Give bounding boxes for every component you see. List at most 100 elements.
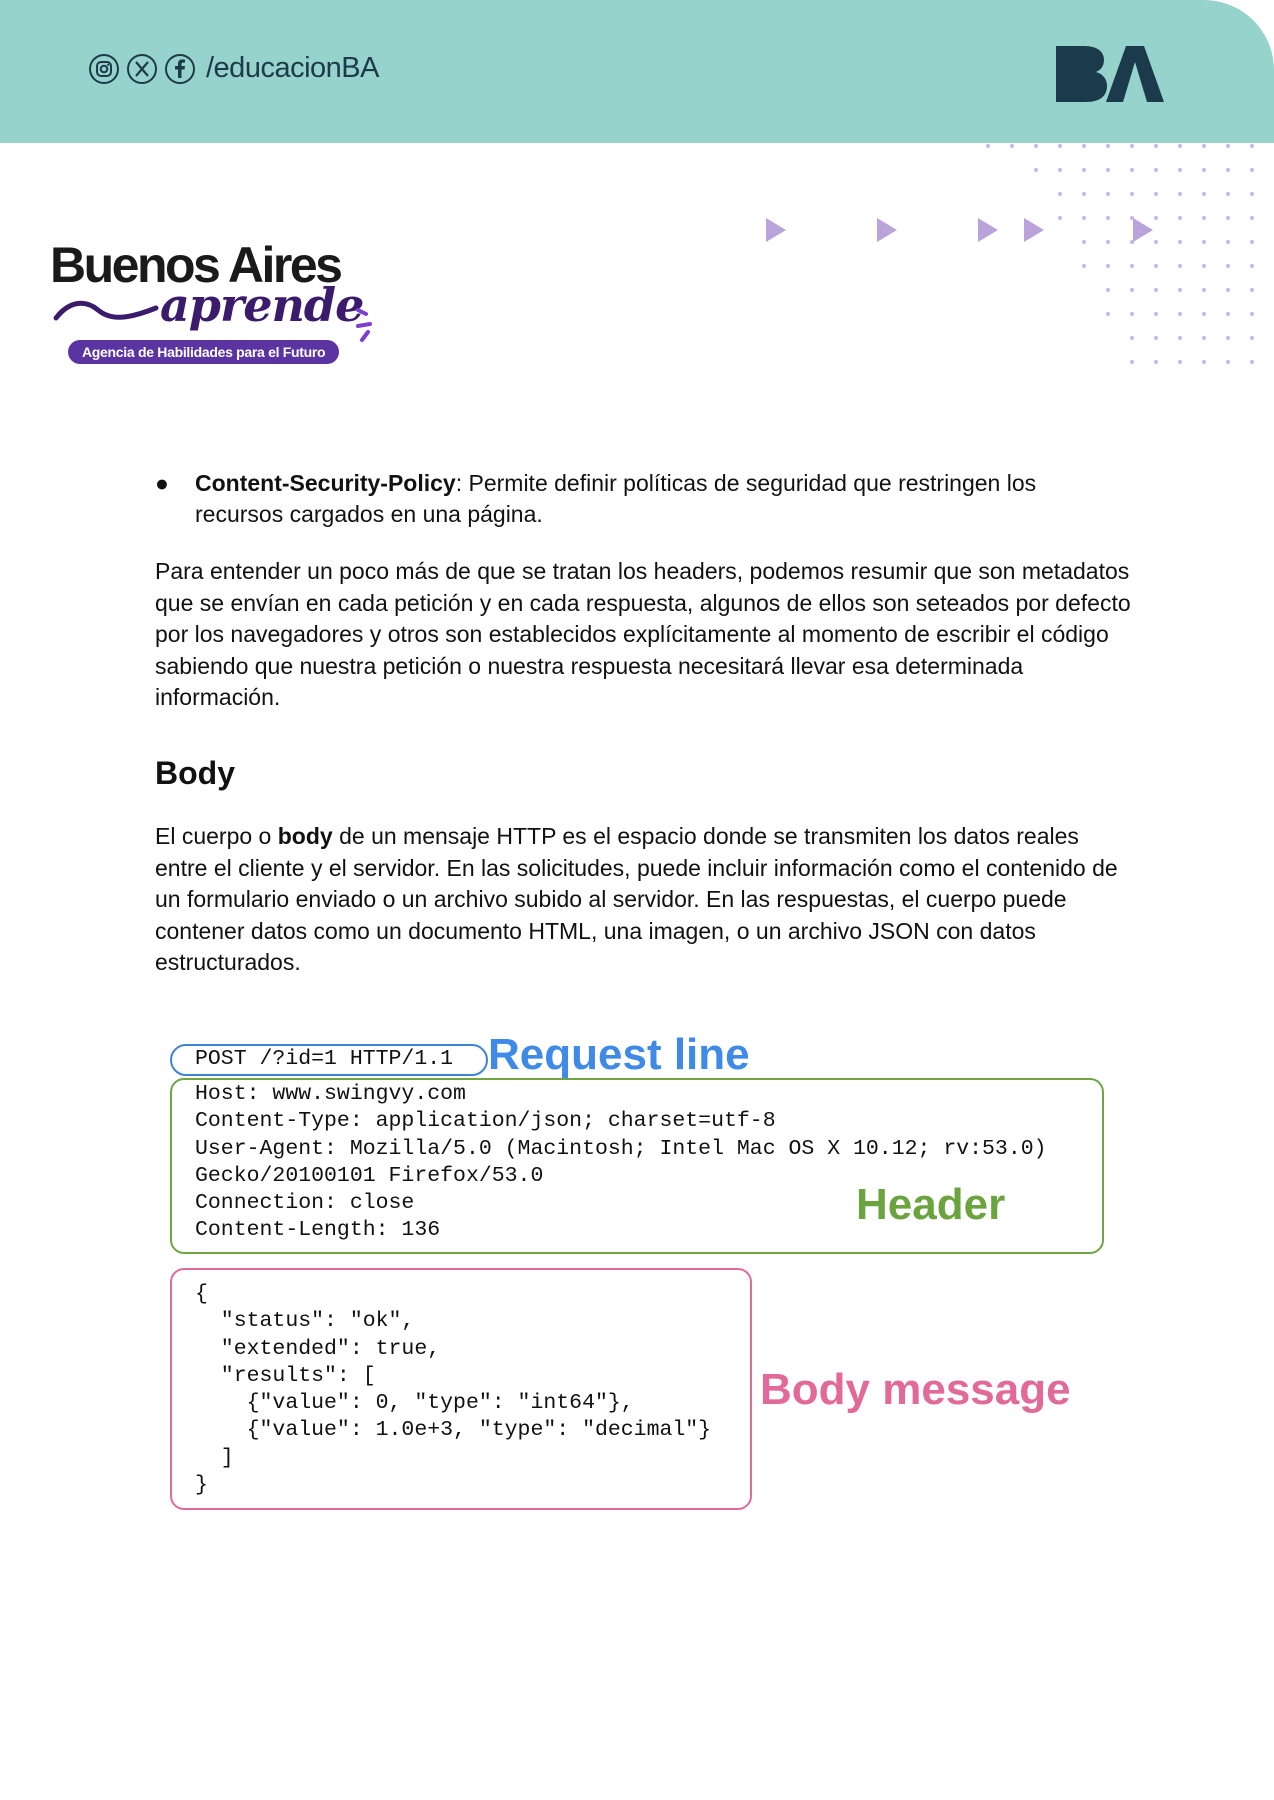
buenos-aires-aprende-logo: Buenos Aires aprende Agencia de Habilida… [50, 240, 390, 370]
header-label: Header [856, 1180, 1006, 1229]
decorative-dot [1154, 168, 1158, 172]
arrow-shape [1024, 218, 1044, 242]
x-icon[interactable] [126, 53, 158, 85]
decorative-dots-pattern [986, 144, 1254, 364]
section-title: Body [155, 755, 235, 791]
decorative-dot [1178, 288, 1182, 292]
decorative-dot [1250, 360, 1254, 364]
decorative-dot [1250, 336, 1254, 340]
decorative-dot [1178, 168, 1182, 172]
decorative-dot [1130, 336, 1134, 340]
decorative-dot [1178, 312, 1182, 316]
decorative-dot [1202, 264, 1206, 268]
decorative-dot [1226, 312, 1230, 316]
decorative-dot [1250, 288, 1254, 292]
decorative-dot [1226, 216, 1230, 220]
decorative-dot [1082, 192, 1086, 196]
decorative-dot [1226, 360, 1230, 364]
decorative-dot [1034, 144, 1038, 148]
decorative-dot [1130, 360, 1134, 364]
decorative-dot [986, 144, 990, 148]
decorative-dot [1106, 312, 1110, 316]
instagram-icon[interactable] [88, 53, 120, 85]
decorative-dot [1250, 192, 1254, 196]
decorative-dot [1226, 168, 1230, 172]
decorative-dot [1202, 288, 1206, 292]
decorative-dot [1226, 192, 1230, 196]
body-code: { "status": "ok", "extended": true, "res… [195, 1282, 712, 1498]
decorative-dot [1202, 312, 1206, 316]
decorative-dot [1202, 216, 1206, 220]
decorative-dot [1178, 192, 1182, 196]
social-handle: /educacionBA [206, 52, 379, 84]
decorative-dot [1082, 168, 1086, 172]
decorative-dot [1202, 192, 1206, 196]
decorative-dot [1178, 264, 1182, 268]
decorative-dot [1250, 168, 1254, 172]
decorative-dot [1178, 216, 1182, 220]
paragraph: El cuerpo o body de un mensaje HTTP es e… [155, 821, 1135, 979]
list-item: ● Content-Security-Policy: Permite defini… [155, 468, 1095, 530]
decorative-dot [1250, 216, 1254, 220]
decorative-dot [1130, 264, 1134, 268]
decorative-dot [1106, 264, 1110, 268]
bullet-icon: ● [155, 470, 169, 496]
decorative-dot [1250, 144, 1254, 148]
decorative-dot [1130, 312, 1134, 316]
decorative-dot [1202, 144, 1206, 148]
decorative-dot [1106, 288, 1110, 292]
decorative-dot [1202, 336, 1206, 340]
decorative-dot [1226, 336, 1230, 340]
bullet-term: Content-Security-Policy [195, 470, 456, 496]
decorative-dot [1106, 168, 1110, 172]
decorative-dot [1250, 240, 1254, 244]
decorative-dot [1130, 288, 1134, 292]
decorative-dot [1154, 312, 1158, 316]
logo-sparkle [356, 308, 372, 342]
decorative-dot [1010, 144, 1014, 148]
decorative-dot [1178, 336, 1182, 340]
decorative-dot [1226, 144, 1230, 148]
decorative-dot [1058, 144, 1062, 148]
body-message-label: Body message [760, 1365, 1071, 1414]
arrow-shape [978, 218, 998, 242]
logo-tagline: Agencia de Habilidades para el Futuro [68, 340, 340, 364]
decorative-dot [1154, 360, 1158, 364]
paragraph-bold-term: body [277, 823, 333, 849]
decorative-dot [1154, 192, 1158, 196]
decorative-dot [1058, 192, 1062, 196]
decorative-dot [1178, 144, 1182, 148]
decorative-dot [1106, 192, 1110, 196]
decorative-dot [1082, 264, 1086, 268]
decorative-dot [1202, 360, 1206, 364]
decorative-dot [1154, 336, 1158, 340]
decorative-dot [1202, 240, 1206, 244]
decorative-dot [1130, 168, 1134, 172]
decorative-dot [1226, 240, 1230, 244]
ba-brand-logo [1056, 46, 1164, 102]
request-line-label: Request line [488, 1030, 750, 1079]
decorative-dot [1106, 144, 1110, 148]
decorative-arrows [766, 218, 1153, 242]
decorative-dot [1154, 288, 1158, 292]
decorative-dot [1202, 168, 1206, 172]
decorative-dot [1130, 192, 1134, 196]
facebook-icon[interactable] [164, 53, 196, 85]
logo-swoosh [53, 300, 159, 321]
arrow-shape [1133, 218, 1153, 242]
decorative-dot [1178, 360, 1182, 364]
social-links: /educacionBA [88, 52, 379, 85]
paragraph: Para entender un poco más de que se trat… [155, 558, 1131, 710]
decorative-dot [1034, 168, 1038, 172]
decorative-dot [1226, 288, 1230, 292]
decorative-dot [1250, 312, 1254, 316]
arrow-shape [766, 218, 786, 242]
arrow-shape [877, 218, 897, 242]
decorative-dot [1154, 264, 1158, 268]
paragraph-text: El cuerpo o [155, 823, 278, 849]
decorative-dot [1082, 144, 1086, 148]
decorative-dot [1058, 168, 1062, 172]
decorative-dot [1130, 144, 1134, 148]
decorative-dot [1154, 144, 1158, 148]
decorative-dot [1226, 264, 1230, 268]
